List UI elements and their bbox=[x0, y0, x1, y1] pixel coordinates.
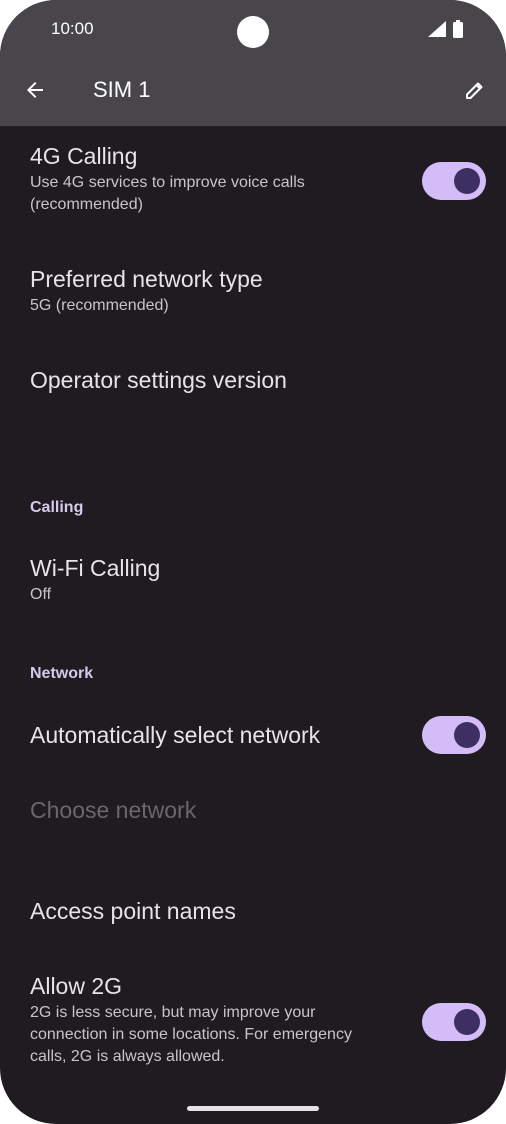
setting-4g-calling[interactable]: 4G Calling Use 4G services to improve vo… bbox=[30, 142, 400, 216]
setting-title: 4G Calling bbox=[30, 143, 138, 169]
camera-cutout bbox=[237, 16, 269, 48]
pencil-icon bbox=[466, 82, 483, 99]
status-bar: 10:00 bbox=[0, 0, 506, 58]
gesture-nav-handle[interactable] bbox=[187, 1106, 319, 1111]
setting-title: Operator settings version bbox=[30, 367, 287, 393]
setting-subtitle: Use 4G services to improve voice calls (… bbox=[30, 174, 305, 213]
arrow-back-icon bbox=[27, 82, 43, 98]
section-header-network: Network bbox=[30, 665, 94, 682]
4g-calling-toggle[interactable] bbox=[422, 162, 486, 200]
setting-subtitle: Off bbox=[30, 586, 52, 603]
settings-list: 4G Calling Use 4G services to improve vo… bbox=[0, 126, 506, 1124]
page-title: SIM 1 bbox=[93, 77, 151, 102]
setting-title: Choose network bbox=[30, 797, 197, 823]
setting-subtitle: 2G is less secure, but may improve your … bbox=[30, 1004, 352, 1065]
status-clock: 10:00 bbox=[51, 19, 94, 38]
setting-operator-version: Operator settings version bbox=[30, 366, 287, 394]
back-button[interactable] bbox=[18, 73, 52, 107]
phone-screen: 10:00 SIM 1 4G Calling Use 4G services t… bbox=[0, 0, 506, 1124]
cell-signal-icon bbox=[428, 21, 446, 37]
setting-choose-network: Choose network bbox=[30, 796, 196, 824]
setting-title: Preferred network type bbox=[30, 266, 263, 292]
setting-access-point-names[interactable]: Access point names bbox=[30, 897, 236, 925]
allow-2g-toggle[interactable] bbox=[422, 1003, 486, 1041]
setting-title: Wi-Fi Calling bbox=[30, 555, 161, 581]
setting-subtitle: 5G (recommended) bbox=[30, 297, 169, 314]
app-bar: SIM 1 bbox=[0, 58, 506, 126]
section-header-calling: Calling bbox=[30, 499, 84, 516]
edit-button[interactable] bbox=[458, 73, 492, 107]
setting-title: Allow 2G bbox=[30, 973, 123, 999]
battery-icon bbox=[453, 20, 463, 38]
setting-title: Automatically select network bbox=[30, 722, 321, 748]
auto-select-network-toggle[interactable] bbox=[422, 716, 486, 754]
setting-wifi-calling[interactable]: Wi-Fi Calling Off bbox=[30, 554, 160, 606]
setting-auto-select-network[interactable]: Automatically select network bbox=[30, 721, 320, 749]
setting-title: Access point names bbox=[30, 898, 236, 924]
setting-allow-2g[interactable]: Allow 2G 2G is less secure, but may impr… bbox=[30, 972, 410, 1068]
setting-preferred-network-type[interactable]: Preferred network type 5G (recommended) bbox=[30, 265, 263, 317]
